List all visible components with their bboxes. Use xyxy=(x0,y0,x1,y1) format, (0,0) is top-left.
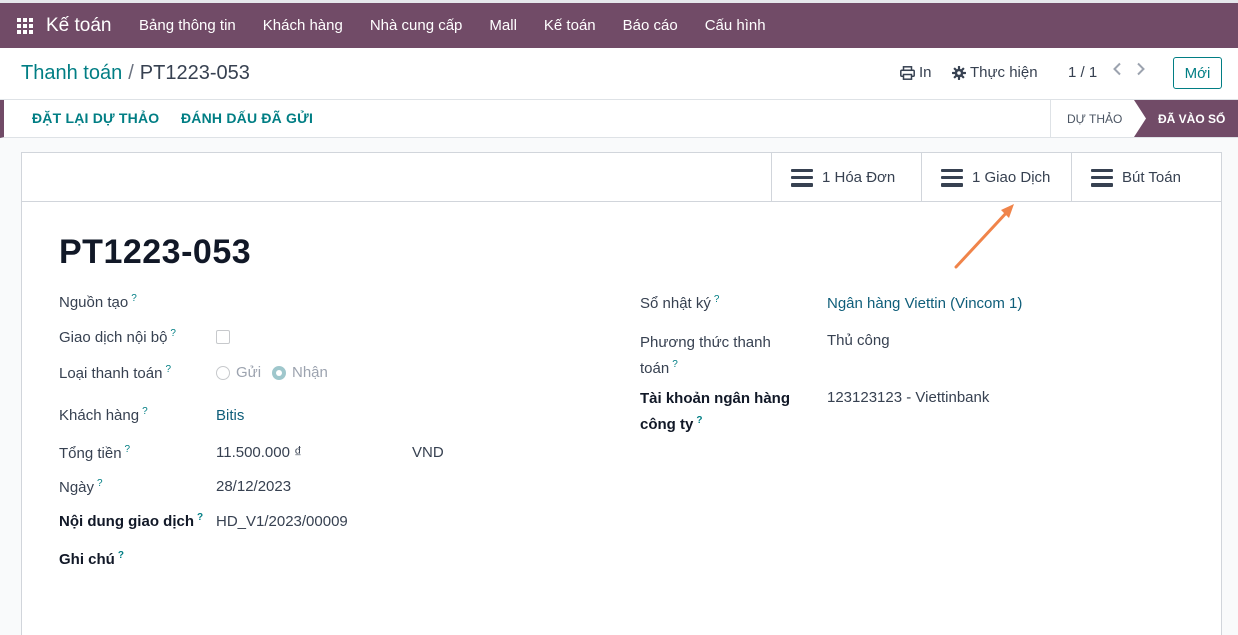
status-bar: ĐẶT LẠI DỰ THẢO ĐÁNH DẤU ĐÃ GỬI DỰ THẢO … xyxy=(0,100,1238,138)
menu-dashboard[interactable]: Bảng thông tin xyxy=(126,17,250,34)
gear-icon xyxy=(952,65,966,80)
mark-as-sent-button[interactable]: ĐÁNH DẤU ĐÃ GỬI xyxy=(181,110,313,126)
memo-label: Nội dung giao dịch? xyxy=(59,512,204,530)
menu-configuration[interactable]: Cấu hình xyxy=(691,17,779,34)
print-label: In xyxy=(919,64,932,81)
help-tooltip-icon[interactable]: ? xyxy=(131,293,137,304)
reset-to-draft-button[interactable]: ĐẶT LẠI DỰ THẢO xyxy=(32,110,159,126)
radio-off-icon xyxy=(216,365,230,380)
journal-label: Sổ nhật ký? xyxy=(640,294,720,312)
company-bank-account-label: Tài khoản ngân hàng công ty? xyxy=(640,390,791,433)
send-label: Gửi xyxy=(236,364,262,381)
list-bars-icon xyxy=(1091,168,1113,187)
control-panel: Thanh toán / PT1223-053 In Thực hiện 1 / 1 xyxy=(0,48,1238,100)
payment-method-value: Thủ công xyxy=(827,332,890,349)
smart-button-box: 1 Hóa Đơn 1 Giao Dịch Bút Toán xyxy=(22,153,1221,202)
amount-value: 11.500.000 ₫ xyxy=(216,444,302,461)
date-value: 28/12/2023 xyxy=(216,478,292,495)
currency-value: VND xyxy=(412,444,444,461)
internal-transfer-checkbox[interactable] xyxy=(216,330,230,344)
journal-value[interactable]: Ngân hàng Viettin (Vincom 1) xyxy=(827,295,1022,312)
payment-type-send-radio[interactable]: Gửi xyxy=(216,364,261,381)
menu-vendors[interactable]: Nhà cung cấp xyxy=(356,17,476,34)
apps-grid-icon[interactable] xyxy=(17,17,33,34)
radio-on-icon xyxy=(272,365,286,380)
help-tooltip-icon[interactable]: ? xyxy=(118,550,124,561)
breadcrumb-current: PT1223-053 xyxy=(139,62,250,84)
invoices-smart-label: 1 Hóa Đơn xyxy=(822,169,896,186)
help-tooltip-icon[interactable]: ? xyxy=(165,364,171,375)
list-bars-icon xyxy=(791,168,813,187)
help-tooltip-icon[interactable]: ? xyxy=(97,478,103,489)
help-tooltip-icon[interactable]: ? xyxy=(197,512,203,523)
amount-label: Tổng tiền? xyxy=(59,444,131,462)
source-label: Nguồn tạo? xyxy=(59,293,137,311)
transactions-smart-label: 1 Giao Dịch xyxy=(972,169,1051,186)
record-title: PT1223-053 xyxy=(59,233,252,271)
print-button[interactable]: In xyxy=(900,64,932,81)
stage-draft[interactable]: DỰ THẢO xyxy=(1050,100,1140,137)
help-tooltip-icon[interactable]: ? xyxy=(142,406,148,417)
journal-items-smart-button[interactable]: Bút Toán xyxy=(1071,153,1221,202)
transactions-smart-button[interactable]: 1 Giao Dịch xyxy=(921,153,1071,202)
date-label: Ngày? xyxy=(59,478,103,496)
payment-method-label: Phương thức thanh toán? xyxy=(640,334,771,377)
help-tooltip-icon[interactable]: ? xyxy=(714,294,720,305)
breadcrumb: Thanh toán / PT1223-053 xyxy=(21,62,250,85)
help-tooltip-icon[interactable]: ? xyxy=(170,328,176,339)
top-navbar: Kế toán Bảng thông tin Khách hàng Nhà cu… xyxy=(0,0,1238,48)
receive-label: Nhận xyxy=(292,364,328,381)
breadcrumb-payments-link[interactable]: Thanh toán xyxy=(21,62,122,84)
menu-mall[interactable]: Mall xyxy=(476,17,531,34)
menu-customers[interactable]: Khách hàng xyxy=(249,17,356,34)
note-label: Ghi chú? xyxy=(59,550,124,568)
company-bank-account-value: 123123123 - Viettinbank xyxy=(827,389,990,406)
form-sheet: 1 Hóa Đơn 1 Giao Dịch Bút Toán PT1223-05… xyxy=(21,152,1222,635)
new-record-button[interactable]: Mới xyxy=(1173,57,1222,89)
pager-value[interactable]: 1 / 1 xyxy=(1068,64,1097,81)
menu-reports[interactable]: Báo cáo xyxy=(609,17,691,34)
journal-items-smart-label: Bút Toán xyxy=(1122,169,1181,186)
stage-posted: ĐÃ VÀO SỔ xyxy=(1134,100,1238,137)
payment-type-label: Loại thanh toán? xyxy=(59,364,171,382)
help-tooltip-icon[interactable]: ? xyxy=(696,415,702,426)
action-menu-button[interactable]: Thực hiện xyxy=(952,64,1038,81)
memo-value[interactable]: HD_V1/2023/00009 xyxy=(216,513,348,530)
app-brand[interactable]: Kế toán xyxy=(46,15,112,37)
menu-accounting[interactable]: Kế toán xyxy=(530,17,609,34)
invoices-smart-button[interactable]: 1 Hóa Đơn xyxy=(771,153,921,202)
printer-icon xyxy=(900,65,915,80)
customer-label: Khách hàng? xyxy=(59,406,148,424)
help-tooltip-icon[interactable]: ? xyxy=(672,359,678,370)
action-menu-label: Thực hiện xyxy=(970,64,1038,81)
help-tooltip-icon[interactable]: ? xyxy=(125,444,131,455)
list-bars-icon xyxy=(941,168,963,187)
breadcrumb-separator: / xyxy=(128,62,134,84)
internal-transfer-label: Giao dịch nội bộ? xyxy=(59,328,176,346)
customer-value[interactable]: Bitis xyxy=(216,407,244,424)
payment-type-receive-radio[interactable]: Nhận xyxy=(272,364,328,381)
pager-next-icon[interactable] xyxy=(1136,62,1146,81)
pager-prev-icon[interactable] xyxy=(1112,62,1122,81)
